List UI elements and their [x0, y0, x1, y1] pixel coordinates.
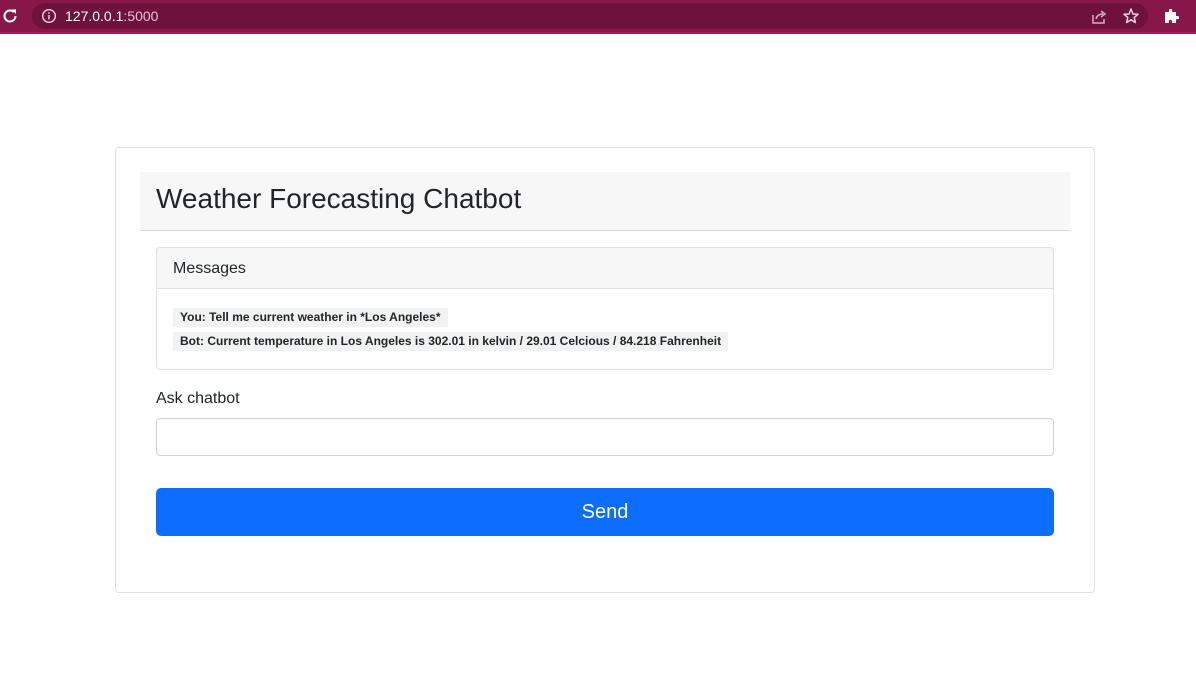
reload-icon[interactable] — [1, 7, 19, 25]
messages-panel: Messages You: Tell me current weather in… — [156, 247, 1054, 370]
url-port: :5000 — [123, 8, 159, 24]
ask-chatbot-input[interactable] — [156, 418, 1054, 456]
messages-list: You: Tell me current weather in *Los Ang… — [157, 289, 1053, 351]
bookmark-star-icon[interactable] — [1122, 7, 1140, 25]
user-message: You: Tell me current weather in *Los Ang… — [173, 308, 448, 327]
page-title: Weather Forecasting Chatbot — [156, 183, 522, 214]
messages-header: Messages — [157, 248, 1053, 289]
ask-chatbot-label: Ask chatbot — [156, 390, 240, 407]
address-bar[interactable] — [32, 3, 1148, 29]
address-url[interactable]: 127.0.0.1:5000 — [65, 8, 158, 24]
send-button[interactable]: Send — [156, 488, 1054, 536]
bot-message: Bot: Current temperature in Los Angeles … — [173, 332, 729, 351]
chatbot-card: Weather Forecasting Chatbot Messages You… — [115, 147, 1095, 593]
url-host: 127.0.0.1 — [65, 8, 124, 24]
card-header: Weather Forecasting Chatbot — [140, 172, 1070, 231]
share-icon[interactable] — [1090, 8, 1108, 26]
browser-toolbar: 127.0.0.1:5000 — [0, 0, 1196, 34]
site-info-icon[interactable] — [41, 8, 57, 24]
extensions-puzzle-icon[interactable] — [1162, 7, 1180, 25]
